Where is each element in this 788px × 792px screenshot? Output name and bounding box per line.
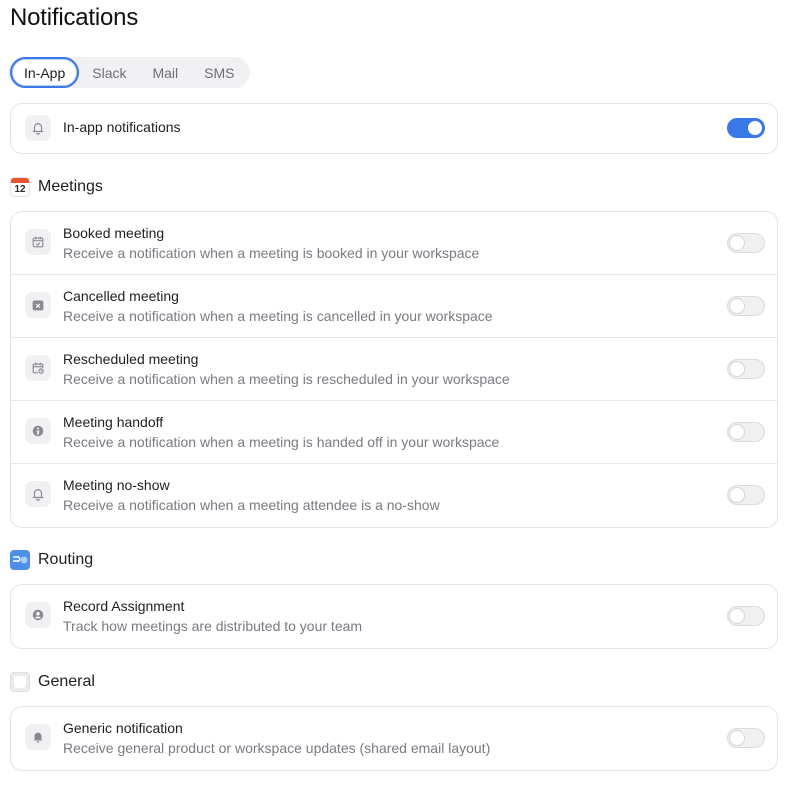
bell-icon xyxy=(25,481,51,507)
tab-in-app[interactable]: In-App xyxy=(10,57,80,88)
routing-section-header: Routing xyxy=(10,550,93,570)
inapp-label: In-app notifications xyxy=(63,119,181,135)
item-title: Cancelled meeting xyxy=(63,288,179,304)
item-title: Generic notification xyxy=(63,720,183,736)
list-item: Rescheduled meeting Receive a notificati… xyxy=(11,338,777,401)
list-item: Booked meeting Receive a notification wh… xyxy=(11,212,777,275)
toggle-knob xyxy=(730,362,744,376)
booked-meeting-toggle[interactable] xyxy=(727,233,765,253)
page-title: Notifications xyxy=(10,4,139,31)
meeting-handoff-toggle[interactable] xyxy=(727,422,765,442)
routing-icon xyxy=(10,550,30,570)
list-item: Meeting no-show Receive a notification w… xyxy=(11,464,777,527)
record-assignment-toggle[interactable] xyxy=(727,606,765,626)
tab-mail[interactable]: Mail xyxy=(139,57,191,88)
user-circle-icon xyxy=(25,602,51,628)
item-title: Booked meeting xyxy=(63,225,165,241)
item-title: Meeting handoff xyxy=(63,414,164,430)
item-description: Receive a notification when a meeting is… xyxy=(63,434,500,450)
channel-tabs: In-App Slack Mail SMS xyxy=(8,57,250,88)
handoff-icon xyxy=(25,418,51,444)
meetings-section-title: Meetings xyxy=(38,178,103,195)
routing-card: Record Assignment Track how meetings are… xyxy=(10,584,778,649)
bell-icon xyxy=(25,115,51,141)
item-description: Receive a notification when a meeting is… xyxy=(63,245,480,261)
toggle-knob xyxy=(748,121,762,135)
inapp-row: In-app notifications xyxy=(11,104,777,153)
bell-filled-icon xyxy=(25,724,51,750)
list-item: Record Assignment Track how meetings are… xyxy=(11,585,777,648)
toggle-knob xyxy=(730,425,744,439)
inapp-card: In-app notifications xyxy=(10,103,778,154)
rescheduled-meeting-toggle[interactable] xyxy=(727,359,765,379)
toggle-knob xyxy=(730,299,744,313)
item-description: Track how meetings are distributed to yo… xyxy=(63,618,363,634)
meetings-section-header: 12 Meetings xyxy=(10,177,103,197)
item-description: Receive a notification when a meeting is… xyxy=(63,308,493,324)
tab-slack[interactable]: Slack xyxy=(79,57,139,88)
meeting-no-show-toggle[interactable] xyxy=(727,485,765,505)
item-title: Record Assignment xyxy=(63,598,185,614)
cancelled-meeting-toggle[interactable] xyxy=(727,296,765,316)
general-icon xyxy=(10,672,30,692)
calendar-icon: 12 xyxy=(10,177,30,197)
item-title: Rescheduled meeting xyxy=(63,351,199,367)
generic-notification-toggle[interactable] xyxy=(727,728,765,748)
list-item: Cancelled meeting Receive a notification… xyxy=(11,275,777,338)
calendar-clock-icon xyxy=(25,355,51,381)
general-section-header: General xyxy=(10,672,95,692)
list-item: Meeting handoff Receive a notification w… xyxy=(11,401,777,464)
toggle-knob xyxy=(730,236,744,250)
routing-section-title: Routing xyxy=(38,551,94,568)
general-card: Generic notification Receive general pro… xyxy=(10,706,778,771)
inapp-toggle[interactable] xyxy=(727,118,765,138)
toggle-knob xyxy=(730,488,744,502)
meetings-card: Booked meeting Receive a notification wh… xyxy=(10,211,778,528)
item-description: Receive general product or workspace upd… xyxy=(63,740,491,756)
tab-sms[interactable]: SMS xyxy=(191,57,247,88)
calendar-check-icon xyxy=(25,229,51,255)
item-description: Receive a notification when a meeting at… xyxy=(63,497,440,513)
general-section-title: General xyxy=(38,673,95,690)
calendar-x-icon xyxy=(25,292,51,318)
item-title: Meeting no-show xyxy=(63,477,170,493)
list-item: Generic notification Receive general pro… xyxy=(11,707,777,770)
item-description: Receive a notification when a meeting is… xyxy=(63,371,510,387)
toggle-knob xyxy=(730,731,744,745)
toggle-knob xyxy=(730,609,744,623)
